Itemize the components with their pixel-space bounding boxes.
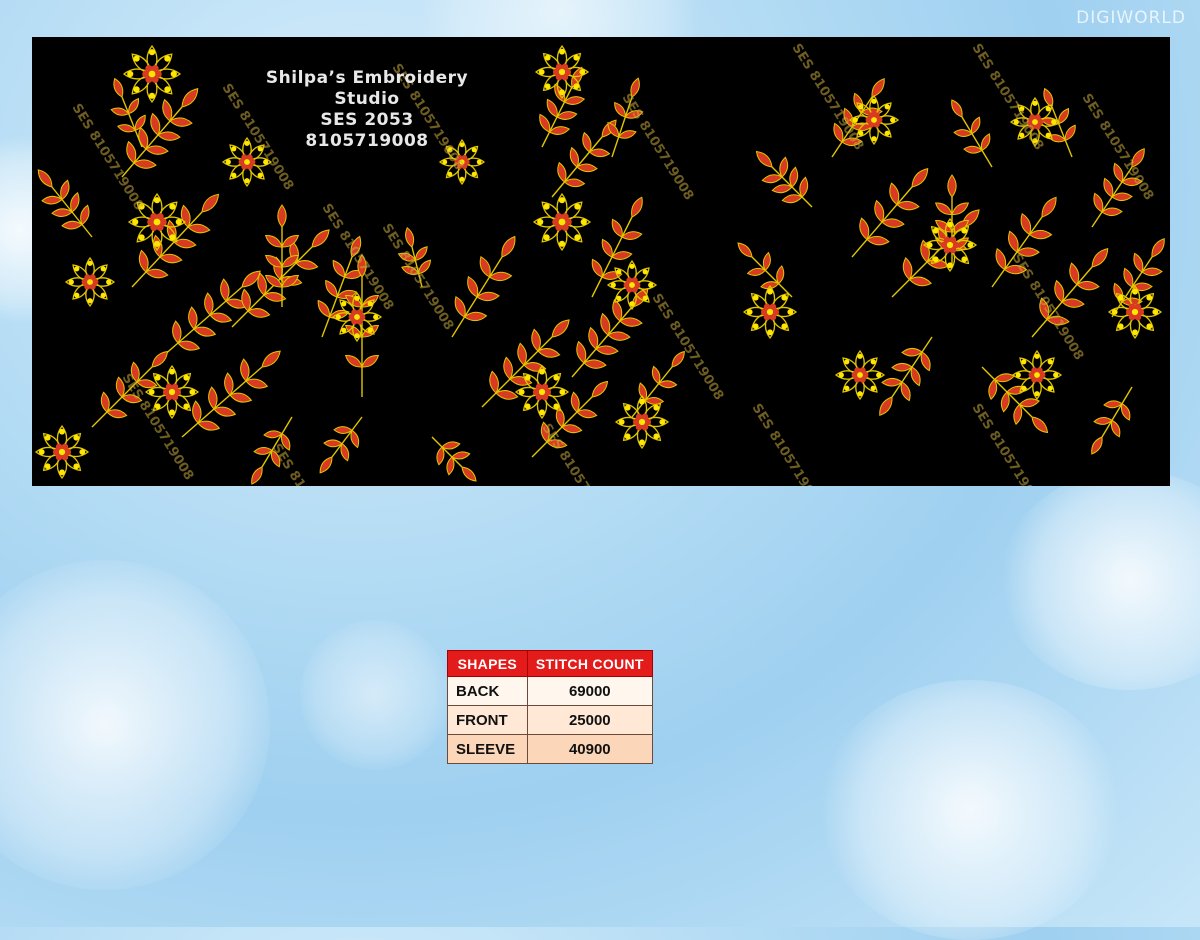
stem-line	[431, 436, 463, 468]
studio-name: Shilpa’s Embroidery Studio	[265, 68, 469, 109]
design-code: SES 2053	[320, 110, 414, 130]
leaf-motif	[181, 87, 199, 108]
leaf-motif	[319, 456, 333, 474]
leaf-motif	[947, 174, 957, 198]
flower-motif	[331, 291, 383, 343]
leaf-motif	[1091, 436, 1103, 455]
leaf-motif	[871, 78, 885, 98]
table-row: FRONT 25000	[447, 705, 654, 735]
shape-cell: SLEEVE	[447, 734, 528, 764]
leaf-motif	[551, 319, 570, 338]
leaf-motif	[1141, 267, 1163, 277]
table-header-row: SHAPES STITCH COUNT	[447, 650, 654, 677]
flower-motif	[514, 364, 570, 420]
leaf-motif	[264, 235, 283, 248]
leaf-motif	[591, 380, 609, 398]
leaf-motif	[631, 196, 643, 218]
count-cell: 40900	[526, 734, 654, 764]
flower-motif	[34, 424, 90, 480]
leaf-motif	[201, 193, 220, 213]
leaf-motif	[323, 439, 343, 448]
shape-cell: BACK	[447, 676, 528, 706]
leaf-motif	[1151, 238, 1165, 258]
watermark-text: SES 8105719008	[379, 221, 457, 333]
leaf-motif	[1091, 247, 1109, 268]
flower-motif	[1011, 349, 1063, 401]
stem-line	[181, 366, 263, 438]
leaf-motif	[755, 150, 773, 168]
stem-line	[161, 286, 243, 358]
flower-motif	[614, 394, 670, 450]
leaf-motif	[1101, 207, 1123, 217]
leaf-motif	[934, 202, 953, 216]
leaf-motif	[333, 426, 353, 434]
brand-watermark: DIGIWORLD	[1076, 8, 1186, 28]
leaf-motif	[737, 242, 753, 258]
flower-motif	[606, 259, 658, 311]
watermark-text: SES 8105719008	[269, 441, 347, 486]
leaf-motif	[501, 235, 516, 258]
leaf-motif	[879, 396, 893, 416]
flower-motif	[742, 284, 798, 340]
leaf-motif	[113, 77, 124, 98]
background-flower	[0, 560, 270, 890]
watermark-text: SES 8105719008	[749, 401, 827, 486]
flower-motif	[922, 217, 978, 273]
studio-label: Shilpa’s Embroidery Studio SES 2053 8105…	[237, 68, 497, 152]
leaf-motif	[311, 229, 330, 248]
flower-motif	[1107, 284, 1163, 340]
leaf-motif	[261, 350, 281, 368]
table-row: BACK 69000	[447, 676, 654, 706]
leaf-motif	[1031, 416, 1049, 434]
flower-motif	[64, 256, 116, 308]
background-flower	[300, 620, 450, 770]
flower-motif	[834, 349, 886, 401]
leaf-motif	[891, 362, 913, 372]
watermark-text: SES 8105719008	[619, 91, 697, 203]
leaf-motif	[1111, 192, 1133, 202]
leaf-motif	[277, 204, 287, 228]
leaf-motif	[911, 167, 929, 188]
flower-motif	[122, 44, 182, 104]
header-shapes: SHAPES	[447, 650, 528, 677]
watermark-text: SES 8105719008	[969, 41, 1047, 153]
table-row: SLEEVE 40900	[447, 734, 654, 764]
leaf-motif	[37, 169, 53, 188]
leaf-motif	[1041, 196, 1057, 218]
studio-phone: 8105719008	[305, 131, 429, 151]
watermark-text: SES 8105719008	[969, 401, 1047, 486]
leaf-motif	[1028, 229, 1053, 240]
leaf-motif	[1064, 124, 1076, 142]
leaf-motif	[128, 97, 140, 115]
shape-cell: FRONT	[447, 705, 528, 735]
flower-motif	[532, 192, 592, 252]
header-stitch-count: STITCH COUNT	[526, 650, 654, 677]
flower-motif	[534, 44, 590, 100]
background-flower	[820, 680, 1120, 940]
leaf-motif	[901, 347, 923, 357]
leaf-motif	[881, 377, 903, 387]
leaf-motif	[951, 99, 963, 118]
leaf-motif	[251, 466, 263, 485]
count-cell: 25000	[526, 705, 654, 735]
leaf-motif	[361, 355, 380, 368]
leaf-motif	[151, 350, 169, 368]
leaf-motif	[344, 355, 363, 368]
embroidery-pattern: SES 8105719008 SES 8105719008 SES 81057190…	[34, 41, 1165, 486]
watermark-text: SES 8105719008	[649, 291, 727, 403]
watermark-text: SES 8105719008	[1079, 91, 1157, 203]
leaf-motif	[461, 466, 477, 482]
stitch-count-table: SHAPES STITCH COUNT BACK 69000 FRONT 250…	[447, 650, 654, 764]
count-cell: 69000	[526, 676, 654, 706]
background-flower	[1000, 470, 1200, 690]
embroidery-design-panel: SES 8105719008 SES 8105719008 SES 81057190…	[32, 37, 1170, 486]
